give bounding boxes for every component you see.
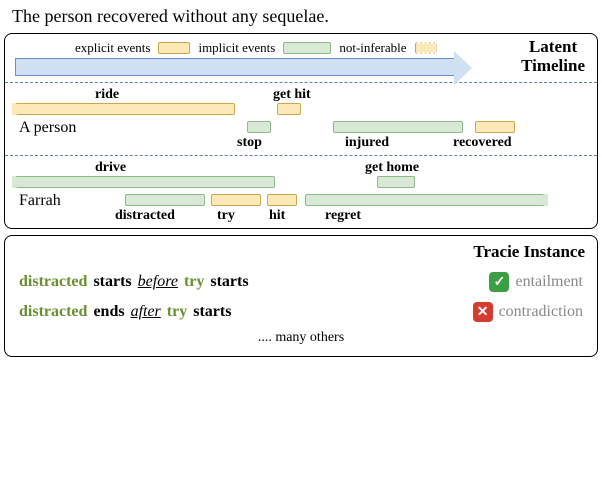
check-icon: ✓ (489, 272, 509, 292)
legend-explicit-label: explicit events (75, 40, 150, 56)
tracie-r1-v1: starts (93, 273, 131, 291)
tracie-r2-v2: starts (193, 303, 231, 321)
event-hit-label: hit (269, 208, 285, 224)
actor-person: A person (19, 119, 76, 137)
event-drive-bar (15, 176, 275, 188)
legend-implicit-swatch (283, 42, 331, 54)
event-gethit-label: get hit (273, 87, 311, 103)
event-distracted-label: distracted (115, 208, 175, 224)
event-hit-bar (267, 194, 297, 206)
tracie-r1-a: distracted (19, 273, 87, 291)
legend-notinf-label: not-inferable (339, 40, 406, 56)
tracie-r1-rel: before (138, 273, 178, 291)
cross-icon: ✕ (473, 302, 493, 322)
latent-timeline-panel: LatentTimeline explicit events implicit … (4, 33, 598, 229)
tracie-row-2: distracted ends after try starts ✕ contr… (19, 302, 583, 322)
timeline-arrow (15, 58, 455, 76)
divider (5, 155, 597, 156)
event-stop-label: stop (237, 135, 262, 151)
event-gethit-bar (277, 103, 301, 115)
divider (5, 82, 597, 83)
event-injured-label: injured (345, 135, 389, 151)
tracie-r1-judgement: entailment (515, 273, 583, 291)
tracie-panel: Tracie Instance distracted starts before… (4, 235, 598, 357)
event-drive-label: drive (95, 160, 126, 176)
legend-explicit-swatch (158, 42, 190, 54)
legend: explicit events implicit events not-infe… (75, 40, 587, 56)
latent-timeline-title: LatentTimeline (521, 38, 585, 75)
person-track: ride get hit A person stop injured recov… (15, 89, 587, 149)
event-stop-bar (247, 121, 271, 133)
event-injured-bar (333, 121, 463, 133)
legend-implicit-label: implicit events (198, 40, 275, 56)
event-recovered-bar (475, 121, 515, 133)
tracie-r2-a: distracted (19, 303, 87, 321)
event-regret-label: regret (325, 208, 361, 224)
event-distracted-bar (125, 194, 205, 206)
actor-farrah: Farrah (19, 192, 61, 210)
farrah-track: drive get home Farrah distracted try hit… (15, 162, 587, 222)
event-ride-label: ride (95, 87, 119, 103)
tracie-r2-b: try (167, 303, 187, 321)
event-try-label: try (217, 208, 235, 224)
tracie-title: Tracie Instance (473, 242, 585, 262)
tracie-r2-v1: ends (93, 303, 124, 321)
context-sentence: The person recovered without any sequela… (4, 4, 598, 29)
tracie-others: .... many others (15, 330, 587, 346)
event-ride-bar (15, 103, 235, 115)
tracie-r1-b: try (184, 273, 204, 291)
legend-notinf-swatch (415, 42, 437, 54)
event-regret-bar (305, 194, 545, 206)
event-gethome-label: get home (365, 160, 419, 176)
tracie-r1-v2: starts (210, 273, 248, 291)
tracie-r2-rel: after (131, 303, 161, 321)
event-recovered-label: recovered (453, 135, 512, 151)
event-gethome-bar (377, 176, 415, 188)
tracie-row-1: distracted starts before try starts ✓ en… (19, 272, 583, 292)
event-try-bar (211, 194, 261, 206)
tracie-r2-judgement: contradiction (499, 303, 583, 321)
